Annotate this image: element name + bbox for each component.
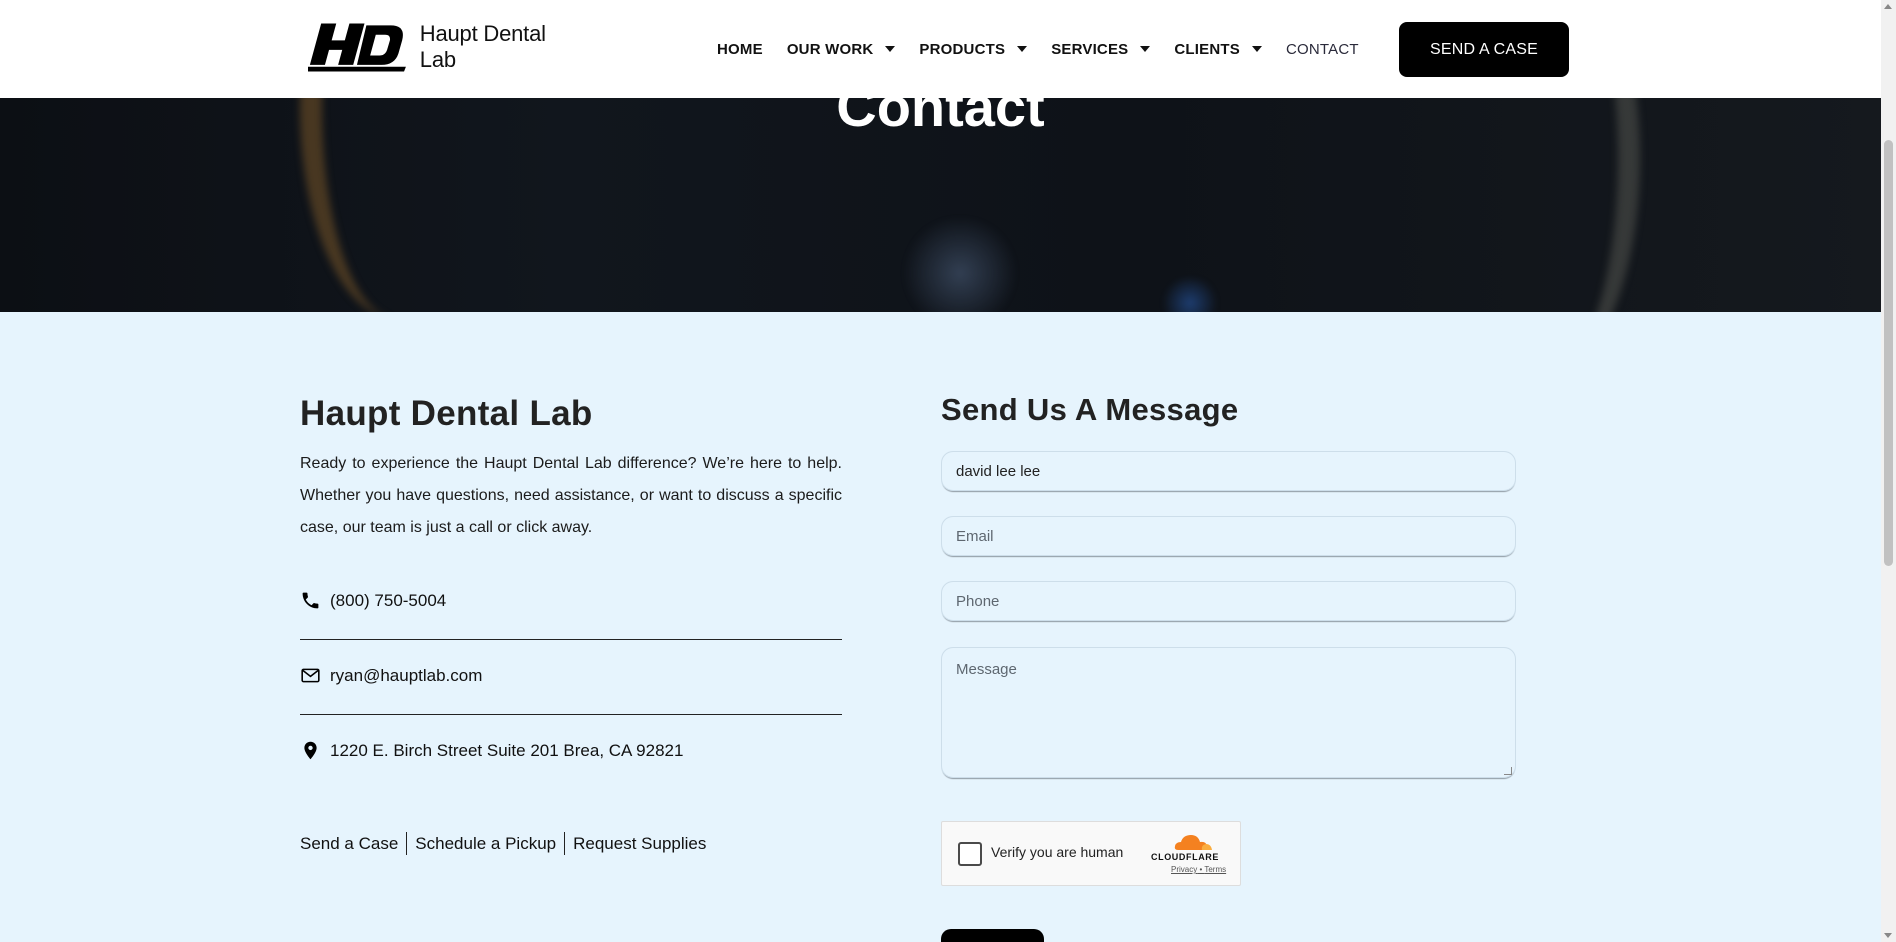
link-separator: [406, 832, 408, 855]
form-heading: Send Us A Message: [941, 392, 1239, 427]
nav-contact-label: CONTACT: [1285, 40, 1359, 58]
email-row[interactable]: ryan@hauptlab.com: [300, 665, 482, 686]
hero-banner: Contact: [0, 98, 1881, 312]
hd-logo-mark: [308, 23, 406, 72]
resize-handle-icon[interactable]: [1504, 767, 1512, 775]
nav-products[interactable]: PRODUCTS: [919, 40, 1028, 58]
contact-form: Send Us A Message david lee lee Email Ph…: [941, 392, 1516, 942]
quick-links: Send a Case Schedule a Pickup Request Su…: [300, 832, 706, 855]
chevron-down-icon: [1140, 46, 1151, 52]
email-field[interactable]: Email: [941, 516, 1516, 556]
scrollbar-thumb[interactable]: [1884, 140, 1893, 566]
link-separator: [564, 832, 566, 855]
intro-text: Ready to experience the Haupt Dental Lab…: [300, 455, 842, 536]
nav-products-label: PRODUCTS: [919, 40, 1006, 58]
scroll-up-arrow-icon[interactable]: [1884, 4, 1892, 9]
phone-field-placeholder: Phone: [956, 592, 1000, 610]
page-scrollbar[interactable]: [1881, 0, 1896, 942]
name-field[interactable]: david lee lee: [941, 451, 1516, 491]
captcha-terms-link[interactable]: Terms: [1204, 865, 1226, 874]
captcha-checkbox[interactable]: [958, 842, 982, 866]
phone-number[interactable]: (800) 750-5004: [330, 591, 446, 611]
mail-icon: [301, 668, 320, 683]
message-field-placeholder: Message: [956, 661, 1017, 678]
nav-home[interactable]: HOME: [717, 41, 763, 58]
address-row[interactable]: 1220 E. Birch Street Suite 201 Brea, CA …: [300, 740, 683, 761]
link-request-supplies[interactable]: Request Supplies: [573, 834, 706, 854]
logo-text: Haupt Dental Lab: [419, 21, 546, 72]
company-heading: Haupt Dental Lab: [300, 394, 593, 433]
phone-field[interactable]: Phone: [941, 581, 1516, 621]
site-logo[interactable]: Haupt Dental Lab: [308, 20, 578, 74]
hero-decor: [900, 218, 1020, 312]
captcha-legal-links: Privacy • Terms: [1171, 865, 1227, 874]
nav-our-work-label: OUR WORK: [786, 40, 874, 58]
captcha-label: Verify you are human: [991, 844, 1124, 860]
cloudflare-logo-icon: [1174, 835, 1212, 850]
name-field-value: david lee lee: [956, 462, 1041, 480]
email-field-placeholder: Email: [956, 527, 994, 545]
divider: [300, 714, 842, 715]
nav-clients-label: CLIENTS: [1174, 40, 1240, 58]
chevron-down-icon: [885, 46, 896, 52]
nav-services[interactable]: SERVICES: [1051, 40, 1151, 58]
main-nav: HOME OUR WORK PRODUCTS SERVICES CLIENTS …: [717, 0, 1383, 98]
contact-info: Haupt Dental Lab Ready to experience the…: [300, 394, 842, 855]
chevron-down-icon: [1251, 46, 1262, 52]
scroll-down-arrow-icon[interactable]: [1884, 933, 1892, 938]
captcha-widget: Verify you are human CLOUDFLARE Privacy …: [941, 821, 1241, 886]
nav-contact[interactable]: CONTACT: [1286, 41, 1359, 58]
send-a-case-button[interactable]: SEND A CASE: [1399, 22, 1569, 77]
email-address[interactable]: ryan@hauptlab.com: [330, 666, 482, 686]
nav-services-label: SERVICES: [1051, 40, 1129, 58]
phone-icon: [302, 592, 319, 609]
message-field[interactable]: Message: [941, 647, 1516, 778]
nav-home-label: HOME: [717, 40, 763, 58]
site-header: Haupt Dental Lab HOME OUR WORK PRODUCTS …: [0, 0, 1881, 98]
captcha-brand: CLOUDFLARE: [1151, 852, 1219, 862]
nav-our-work[interactable]: OUR WORK: [787, 41, 896, 58]
nav-clients[interactable]: CLIENTS: [1174, 41, 1262, 58]
hero-decor: [1160, 278, 1220, 312]
link-schedule-pickup[interactable]: Schedule a Pickup: [415, 834, 556, 854]
link-send-a-case[interactable]: Send a Case: [300, 834, 398, 854]
phone-row[interactable]: (800) 750-5004: [300, 590, 446, 611]
divider: [300, 639, 842, 640]
chevron-down-icon: [1017, 46, 1028, 52]
location-pin-icon: [304, 741, 317, 760]
address-text[interactable]: 1220 E. Birch Street Suite 201 Brea, CA …: [330, 741, 683, 761]
captcha-privacy-link[interactable]: Privacy: [1171, 865, 1197, 874]
submit-button[interactable]: [941, 929, 1044, 942]
page-title: Contact: [836, 98, 1045, 138]
